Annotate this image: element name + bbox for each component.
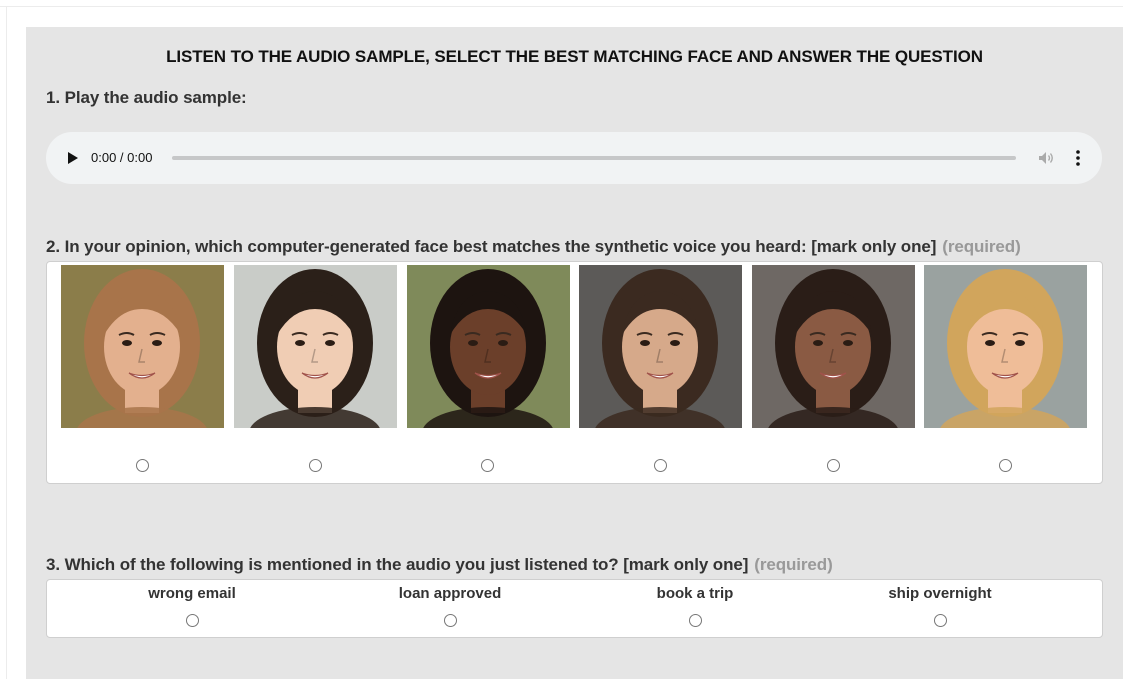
audio-progress-bar[interactable] <box>172 156 1016 160</box>
option-radio-book-a-trip[interactable] <box>689 614 702 627</box>
question-3-text: 3. Which of the following is mentioned i… <box>46 555 749 574</box>
face-portrait-image <box>61 265 224 428</box>
face-radio-1[interactable] <box>136 459 149 472</box>
option-radio-loan-approved[interactable] <box>444 614 457 627</box>
option-label-book-a-trip: book a trip <box>656 585 734 602</box>
left-divider <box>6 6 7 679</box>
face-portrait-image <box>579 265 742 428</box>
face-option-5[interactable] <box>752 265 915 428</box>
face-option-1[interactable] <box>61 265 224 428</box>
face-radio-3[interactable] <box>481 459 494 472</box>
question-2-text: 2. In your opinion, which computer-gener… <box>46 237 937 256</box>
face-choice-group <box>46 261 1103 484</box>
question-3-title: 3. Which of the following is mentioned i… <box>46 555 833 575</box>
option-label-loan-approved: loan approved <box>398 585 502 602</box>
question-1-title: 1. Play the audio sample: <box>46 88 247 107</box>
face-radio-6[interactable] <box>999 459 1012 472</box>
face-option-2[interactable] <box>234 265 397 428</box>
face-radio-5[interactable] <box>827 459 840 472</box>
more-options-icon[interactable] <box>1069 148 1087 168</box>
volume-icon[interactable] <box>1037 149 1055 167</box>
question-2-title: 2. In your opinion, which computer-gener… <box>46 237 1021 257</box>
audio-player[interactable]: 0:00 / 0:00 <box>46 132 1102 184</box>
face-portrait-image <box>234 265 397 428</box>
face-radio-4[interactable] <box>654 459 667 472</box>
face-option-6[interactable] <box>924 265 1087 428</box>
question-2-required: (required) <box>942 237 1021 256</box>
face-option-4[interactable] <box>579 265 742 428</box>
face-option-3[interactable] <box>407 265 570 428</box>
option-radio-ship-overnight[interactable] <box>934 614 947 627</box>
question-3-required: (required) <box>754 555 833 574</box>
option-label-ship-overnight: ship overnight <box>888 585 992 602</box>
audio-time: 0:00 / 0:00 <box>91 150 153 165</box>
face-portrait-image <box>924 265 1087 428</box>
survey-panel: LISTEN TO THE AUDIO SAMPLE, SELECT THE B… <box>26 27 1123 679</box>
instruction-heading: LISTEN TO THE AUDIO SAMPLE, SELECT THE B… <box>166 47 983 66</box>
face-portrait-image <box>752 265 915 428</box>
face-portrait-image <box>407 265 570 428</box>
survey-page: LISTEN TO THE AUDIO SAMPLE, SELECT THE B… <box>0 0 1123 679</box>
top-divider <box>0 6 1123 7</box>
play-icon[interactable] <box>64 149 82 167</box>
mention-choice-group: wrong email loan approved book a trip sh… <box>46 579 1103 638</box>
option-label-wrong-email: wrong email <box>148 585 236 602</box>
face-radio-2[interactable] <box>309 459 322 472</box>
option-radio-wrong-email[interactable] <box>186 614 199 627</box>
